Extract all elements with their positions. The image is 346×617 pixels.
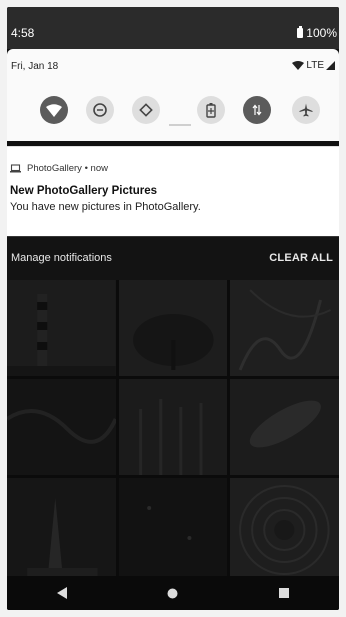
photo-thumbnail[interactable] bbox=[7, 280, 116, 376]
cell-signal-icon bbox=[326, 61, 335, 70]
notification-actions-bar: Manage notifications CLEAR ALL bbox=[7, 236, 339, 280]
photo-thumbnail[interactable] bbox=[118, 478, 228, 582]
home-button[interactable] bbox=[143, 576, 203, 610]
photo-thumbnail[interactable] bbox=[118, 379, 228, 475]
network-status: LTE bbox=[292, 60, 335, 71]
tile-do-not-disturb[interactable] bbox=[86, 96, 114, 124]
clock: 4:58 bbox=[11, 26, 35, 40]
navigation-bar bbox=[7, 576, 339, 610]
recents-button[interactable] bbox=[254, 576, 314, 610]
tile-battery-saver[interactable] bbox=[197, 96, 225, 124]
clear-all-button[interactable]: CLEAR ALL bbox=[269, 252, 333, 264]
battery-indicator: 100% bbox=[297, 26, 337, 40]
wifi-icon bbox=[46, 103, 62, 117]
back-button[interactable] bbox=[32, 576, 92, 610]
quick-settings-tiles bbox=[7, 92, 339, 128]
tile-mobile-data[interactable] bbox=[243, 96, 271, 124]
photo-thumbnail[interactable] bbox=[230, 280, 339, 376]
do-not-disturb-icon bbox=[93, 103, 107, 117]
status-bar: 4:58 100% bbox=[7, 7, 339, 49]
photo-thumbnail[interactable] bbox=[230, 478, 339, 582]
brightness-indicator bbox=[169, 124, 191, 126]
notification-text: You have new pictures in PhotoGallery. bbox=[10, 201, 201, 213]
wifi-signal-icon bbox=[292, 61, 305, 70]
photo-grid bbox=[7, 280, 339, 582]
notification-app-name: PhotoGallery bbox=[27, 163, 82, 174]
notification-time: now bbox=[90, 163, 108, 174]
notification-header: PhotoGallery • now bbox=[10, 163, 108, 174]
airplane-icon bbox=[299, 103, 313, 117]
notification-card[interactable]: PhotoGallery • now New PhotoGallery Pict… bbox=[7, 146, 339, 237]
quick-settings-panel: Fri, Jan 18 LTE bbox=[7, 49, 339, 141]
battery-level: 100% bbox=[306, 26, 337, 40]
photo-thumbnail[interactable] bbox=[118, 280, 228, 376]
date-label: Fri, Jan 18 bbox=[11, 61, 59, 72]
home-icon bbox=[167, 588, 178, 598]
recents-icon bbox=[278, 588, 289, 598]
manage-notifications-button[interactable]: Manage notifications bbox=[11, 252, 112, 264]
photo-thumbnail[interactable] bbox=[7, 478, 116, 582]
mobile-data-icon bbox=[252, 104, 262, 116]
tile-airplane-mode[interactable] bbox=[292, 96, 320, 124]
notification-title: New PhotoGallery Pictures bbox=[10, 185, 157, 197]
auto-rotate-icon bbox=[139, 103, 153, 117]
phone-screen: 4:58 100% Fri, Jan 18 LTE PhotoGallery •… bbox=[7, 7, 339, 610]
laptop-icon bbox=[10, 164, 21, 173]
tile-wifi[interactable] bbox=[40, 96, 68, 124]
network-type: LTE bbox=[306, 60, 324, 71]
photo-thumbnail[interactable] bbox=[230, 379, 339, 475]
photo-thumbnail[interactable] bbox=[7, 379, 116, 475]
tile-auto-rotate[interactable] bbox=[132, 96, 160, 124]
battery-saver-icon bbox=[206, 102, 216, 118]
back-icon bbox=[56, 587, 67, 599]
battery-icon bbox=[297, 26, 304, 38]
